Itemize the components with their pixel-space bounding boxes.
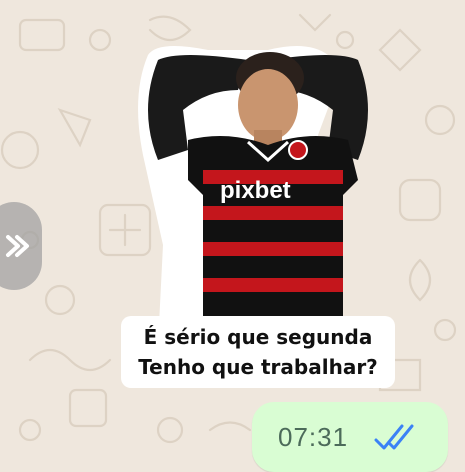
outgoing-message-bubble[interactable]: 07:31	[252, 402, 448, 472]
forward-button[interactable]	[0, 202, 42, 290]
caption-line-1: É sério que segunda	[143, 325, 373, 349]
forward-arrow-icon	[6, 235, 29, 257]
jersey-sponsor-text: pixbet	[220, 177, 291, 204]
sticker-caption: É sério que segunda Tenho que trabalhar?	[121, 316, 395, 388]
message-time: 07:31	[278, 422, 349, 452]
double-check-read-icon	[374, 424, 414, 450]
caption-line-2: Tenho que trabalhar?	[138, 355, 378, 379]
